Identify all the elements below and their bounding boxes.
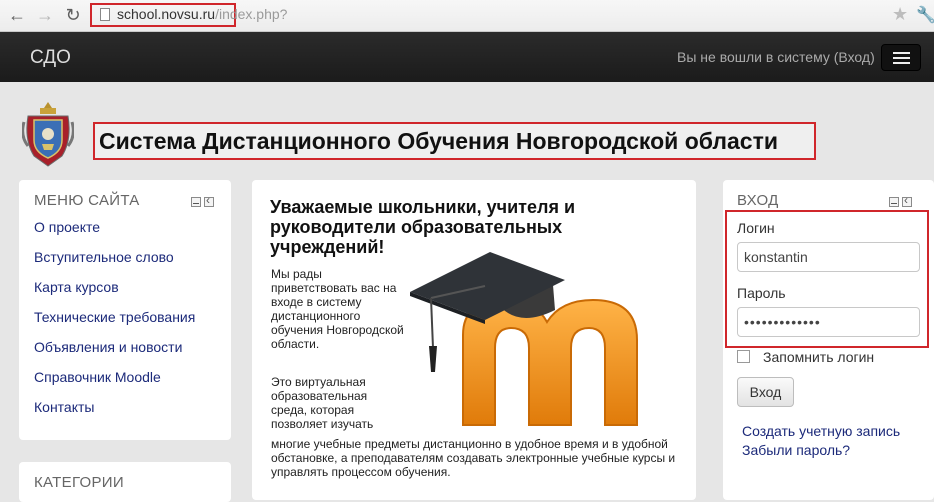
description-paragraph-start: Это виртуальная образовательная среда, к… — [271, 375, 374, 431]
login-button[interactable]: Вход — [737, 377, 794, 407]
menu-item-requirements[interactable]: Технические требования — [34, 308, 195, 338]
forgot-password-link[interactable]: Забыли пароль? — [742, 442, 850, 458]
coat-of-arms-logo — [22, 102, 74, 167]
username-input[interactable]: konstantin — [737, 242, 920, 272]
password-label: Пароль — [737, 285, 786, 301]
login-block-title: ВХОД — [737, 192, 779, 209]
url-domain: school.novsu.ru — [117, 6, 216, 22]
menu-item-about[interactable]: О проекте — [34, 218, 195, 248]
description-paragraph-cont: многие учебные предметы дистанционно в у… — [271, 437, 676, 479]
menu-item-course-map[interactable]: Карта курсов — [34, 278, 195, 308]
categories-title: КАТЕГОРИИ — [34, 474, 124, 491]
collapse-login-block-icon[interactable] — [889, 197, 899, 207]
settings-wrench-icon[interactable]: 🔧 — [916, 5, 934, 25]
brand-link[interactable]: СДО — [30, 47, 71, 69]
remember-label[interactable]: Запомнить логин — [763, 349, 874, 365]
hamburger-menu-button[interactable] — [881, 44, 921, 71]
site-menu-title: МЕНЮ САЙТА — [34, 192, 140, 209]
create-account-link[interactable]: Создать учетную запись — [742, 423, 900, 439]
welcome-paragraph: Мы рады приветствовать вас на входе в си… — [271, 267, 404, 351]
menu-item-moodle-docs[interactable]: Справочник Moodle — [34, 368, 195, 398]
browser-toolbar: ← → ↻ school.novsu.ru/index.php? ★ 🔧 — [0, 0, 934, 32]
username-label: Логин — [737, 220, 775, 236]
dock-block-icon[interactable] — [204, 193, 214, 207]
bookmark-star-icon[interactable]: ★ — [892, 4, 908, 25]
menu-item-news[interactable]: Объявления и новости — [34, 338, 195, 368]
address-bar[interactable]: school.novsu.ru/index.php? — [117, 6, 287, 22]
reload-icon[interactable]: ↻ — [62, 4, 84, 26]
site-title: Система Дистанционного Обучения Новгород… — [93, 122, 816, 160]
password-input[interactable]: ••••••••••••• — [737, 307, 920, 337]
remember-checkbox[interactable] — [737, 350, 750, 363]
collapse-block-icon[interactable] — [191, 197, 201, 207]
top-navbar: СДО Вы не вошли в систему (Вход) — [0, 32, 934, 82]
login-status-link[interactable]: Вы не вошли в систему (Вход) — [677, 49, 875, 65]
back-icon[interactable]: ← — [6, 4, 28, 26]
dock-login-block-icon[interactable] — [902, 193, 912, 207]
menu-item-contacts[interactable]: Контакты — [34, 398, 195, 428]
menu-item-intro[interactable]: Вступительное слово — [34, 248, 195, 278]
site-menu-list: О проекте Вступительное слово Карта курс… — [34, 218, 195, 428]
url-path: /index.php? — [215, 6, 288, 22]
moodle-graduation-cap-logo — [410, 252, 638, 426]
forward-icon[interactable]: → — [34, 4, 56, 26]
